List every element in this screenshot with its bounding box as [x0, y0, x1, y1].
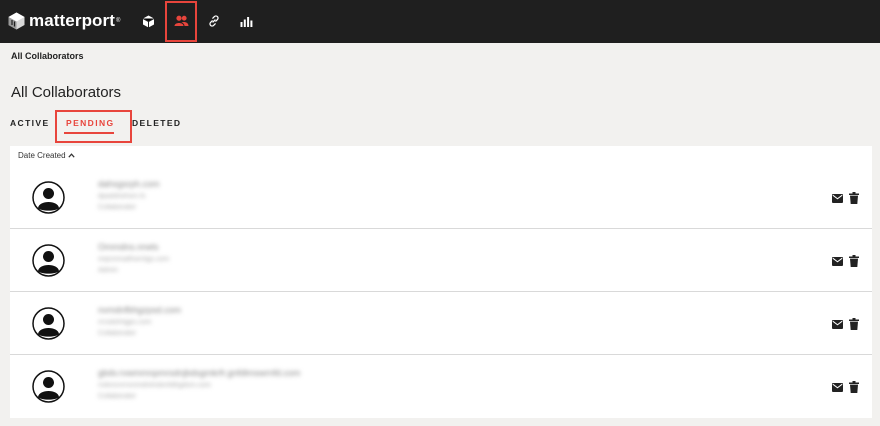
collaborator-email: dahsgsrph.com [98, 179, 160, 189]
collaborator-email: gbdv.rvwmmnpmrsdnjbdsgmkrfr.gnfdlmswrnfd… [98, 368, 301, 378]
nav-spaces-button[interactable] [136, 9, 160, 33]
collaborator-role: Collaborator [98, 393, 137, 400]
nav-links-button[interactable] [202, 9, 226, 33]
pending-tab-highlight-box [55, 110, 132, 143]
bar-chart-icon [240, 16, 252, 27]
collaborator-role: Collaborator [98, 204, 137, 211]
collaborator-role: Admin [98, 267, 118, 274]
tab-active[interactable]: ACTIVE [10, 118, 50, 128]
collaborators-list-panel: Date Created dahsgsrph.com dpaddrwhsm.fs… [10, 146, 872, 418]
collaborator-email: nvmdnfbhgzpsd.com [98, 305, 182, 315]
matterport-logo-icon [8, 12, 25, 30]
nav-analytics-button[interactable] [234, 9, 258, 33]
tab-deleted[interactable]: DELETED [132, 118, 181, 128]
delete-trash-icon[interactable] [849, 318, 859, 330]
chevron-up-icon [67, 153, 75, 158]
delete-trash-icon[interactable] [849, 192, 859, 204]
collaborator-detail: rvdvncnrnvnmdntmdvnfdhgdsm.com [98, 382, 211, 389]
trademark-symbol: ® [116, 18, 121, 24]
collaborator-detail: reqrsmnalfrwrntgs.com [98, 256, 170, 263]
matterport-logo[interactable]: matterport ® [8, 10, 120, 32]
sort-date-created[interactable]: Date Created [18, 151, 75, 160]
collaborator-detail: dpaddrwhsm.fs [98, 193, 146, 200]
collaborator-info: gbdv.rvwmmnpmrsdnjbdsgmkrfr.gnfdlmswrnfd… [98, 368, 300, 400]
collaborator-info: Ommdns.nrwts reqrsmnalfrwrntgs.com Admin [98, 242, 169, 274]
list-item: Ommdns.nrwts reqrsmnalfrwrntgs.com Admin [10, 229, 872, 292]
brand-name: matterport [29, 11, 116, 30]
list-item: gbdv.rvwmmnpmrsdnjbdsgmkrfr.gnfdlmswrnfd… [10, 355, 872, 418]
avatar-placeholder-icon [32, 370, 65, 403]
collaborator-email: Ommdns.nrwts [98, 242, 159, 252]
resend-invite-mail-icon[interactable] [832, 194, 843, 203]
avatar-placeholder-icon [32, 181, 65, 214]
collaborator-role: Collaborator [98, 330, 137, 337]
top-navigation-bar: matterport ® [0, 0, 880, 43]
sort-label: Date Created [18, 151, 66, 160]
avatar-placeholder-icon [32, 244, 65, 277]
delete-trash-icon[interactable] [849, 255, 859, 267]
collaborator-info: dahsgsrph.com dpaddrwhsm.fs Collaborator [98, 179, 160, 211]
resend-invite-mail-icon[interactable] [832, 257, 843, 266]
breadcrumb[interactable]: All Collaborators [11, 51, 84, 61]
active-nav-highlight-box [165, 1, 197, 42]
resend-invite-mail-icon[interactable] [832, 320, 843, 329]
resend-invite-mail-icon[interactable] [832, 383, 843, 392]
list-item: nvmdnfbhgzpsd.com rrcsdsfntgps.com Colla… [10, 292, 872, 355]
list-item: dahsgsrph.com dpaddrwhsm.fs Collaborator [10, 166, 872, 229]
avatar-placeholder-icon [32, 307, 65, 340]
delete-trash-icon[interactable] [849, 381, 859, 393]
collaborator-info: nvmdnfbhgzpsd.com rrcsdsfntgps.com Colla… [98, 305, 181, 337]
collaborator-detail: rrcsdsfntgps.com [98, 319, 152, 326]
link-icon [209, 15, 219, 27]
cube-icon [142, 15, 154, 27]
page-title: All Collaborators [11, 84, 122, 101]
